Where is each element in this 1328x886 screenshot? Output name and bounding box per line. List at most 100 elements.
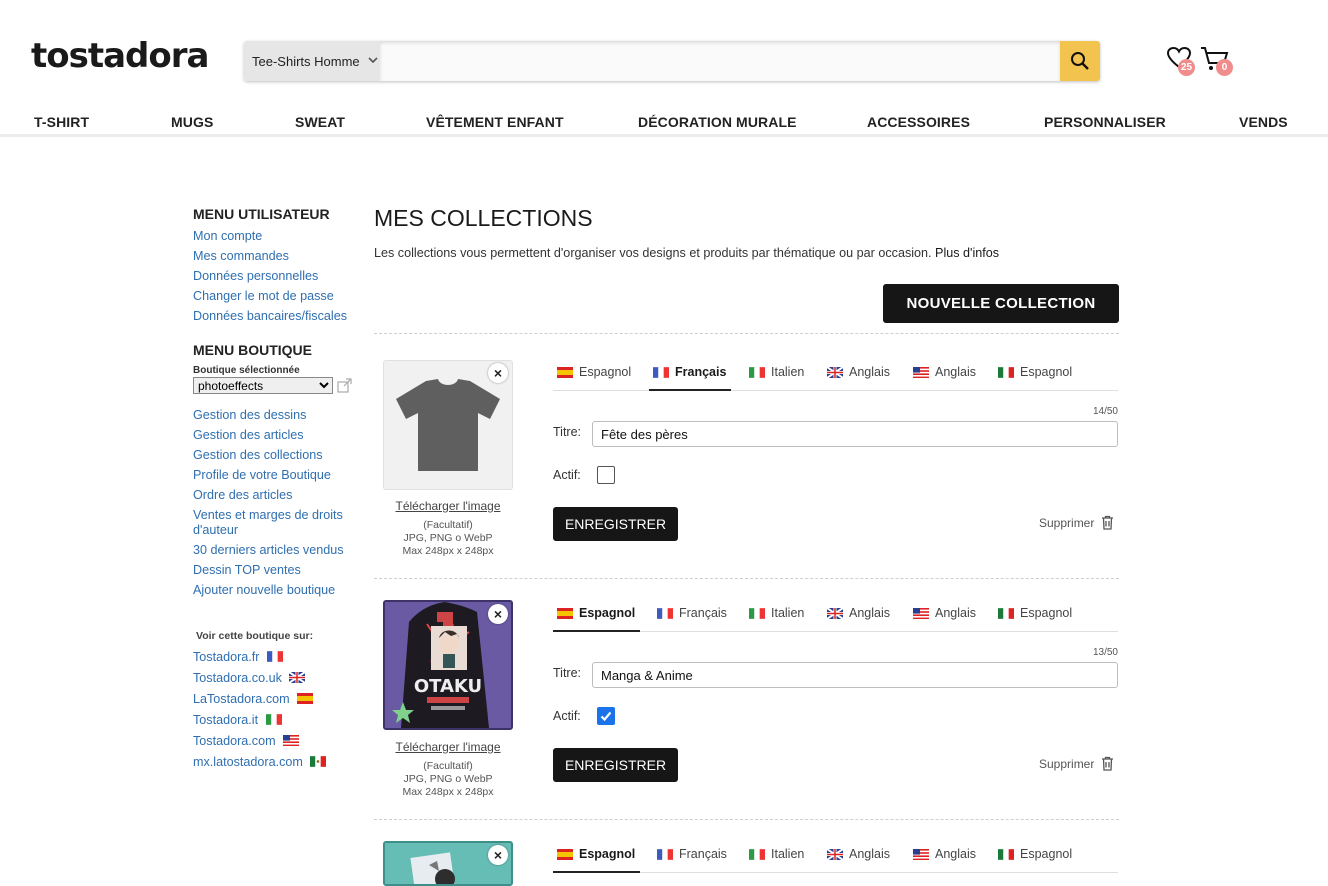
see-shop-link-es[interactable]: LaTostadora.com (193, 692, 290, 706)
sidebar-link-donnees-personnelles[interactable]: Données personnelles (193, 269, 363, 284)
tab-italien[interactable]: Italien (749, 364, 804, 389)
divider (374, 578, 1119, 579)
nav-item-decoration-murale[interactable]: DÉCORATION MURALE (638, 114, 797, 130)
tab-label: Français (679, 606, 727, 620)
flag-france-icon (653, 367, 669, 378)
save-button[interactable]: ENREGISTRER (553, 507, 678, 541)
tab-label: Français (675, 365, 727, 379)
nav-item-mugs[interactable]: MUGS (171, 114, 213, 130)
sidebar-link-gestion-articles[interactable]: Gestion des articles (193, 428, 363, 443)
see-shop-link-us[interactable]: Tostadora.com (193, 734, 276, 748)
external-link-icon[interactable] (337, 378, 352, 393)
flag-usa-icon (913, 608, 929, 619)
title-label: Titre: (553, 425, 582, 439)
see-shop-link-uk[interactable]: Tostadora.co.uk (193, 671, 282, 685)
search-category-label: Tee-Shirts Homme (252, 53, 360, 69)
nav-item-sweat[interactable]: SWEAT (295, 114, 345, 130)
tab-espagnol[interactable]: Espagnol (557, 364, 631, 389)
sidebar-link-ordre-articles[interactable]: Ordre des articles (193, 488, 363, 503)
logo[interactable]: tostadora (31, 36, 209, 76)
tab-anglais-us[interactable]: Anglais (913, 605, 976, 630)
title-char-counter: 14/50 (1092, 406, 1118, 417)
favorites-count-badge: 25 (1178, 59, 1195, 76)
tab-anglais-uk[interactable]: Anglais (827, 364, 890, 389)
tab-label: Espagnol (579, 847, 636, 861)
favorites-button[interactable]: 25 (1166, 46, 1196, 76)
tab-italien[interactable]: Italien (749, 605, 804, 630)
sidebar-link-dessin-top-ventes[interactable]: Dessin TOP ventes (193, 563, 363, 578)
tab-espagnol[interactable]: Espagnol (553, 605, 641, 632)
save-button[interactable]: ENREGISTRER (553, 748, 678, 782)
sidebar-link-mon-compte[interactable]: Mon compte (193, 229, 363, 244)
trash-icon (1102, 515, 1114, 530)
tab-espagnol-mx[interactable]: Espagnol (998, 605, 1072, 630)
remove-image-button[interactable]: × (488, 604, 508, 624)
tab-anglais-uk[interactable]: Anglais (827, 846, 890, 871)
upload-max-size: Max 248px x 248px (402, 786, 494, 798)
see-shop-link-mx[interactable]: mx.latostadora.com (193, 755, 303, 769)
search-category-select[interactable]: Tee-Shirts Homme (244, 41, 380, 81)
upload-image-link[interactable]: Télécharger l'image (395, 740, 500, 754)
nav-item-vetement-enfant[interactable]: VÊTEMENT ENFANT (426, 114, 564, 130)
active-checkbox[interactable] (597, 707, 615, 725)
nav-item-accessoires[interactable]: ACCESSOIRES (867, 114, 970, 130)
active-label: Actif: (553, 468, 581, 482)
see-shop-link-it[interactable]: Tostadora.it (193, 713, 258, 727)
sidebar-link-gestion-collections[interactable]: Gestion des collections (193, 448, 363, 463)
flag-spain-icon (557, 849, 573, 860)
tab-label: Anglais (849, 847, 890, 861)
flag-italy-icon (749, 367, 765, 378)
tab-anglais-uk[interactable]: Anglais (827, 605, 890, 630)
flag-france-icon (657, 608, 673, 619)
more-info-link[interactable]: Plus d'infos (935, 246, 999, 260)
nav-item-vends[interactable]: VENDS (1239, 114, 1288, 130)
title-input[interactable] (592, 421, 1118, 447)
new-collection-button[interactable]: NOUVELLE COLLECTION (883, 284, 1119, 323)
tab-espagnol-mx[interactable]: Espagnol (998, 846, 1072, 871)
divider (374, 333, 1119, 334)
flag-spain-icon (297, 693, 314, 705)
search-button[interactable] (1060, 41, 1100, 81)
tab-espagnol[interactable]: Espagnol (553, 846, 641, 873)
flag-spain-icon (557, 608, 573, 619)
remove-image-button[interactable]: × (488, 845, 508, 865)
flag-uk-icon (289, 672, 306, 684)
active-checkbox[interactable] (597, 466, 615, 484)
sidebar-link-ventes-marges[interactable]: Ventes et marges de droits d'auteur (193, 508, 353, 538)
tab-label: Anglais (935, 365, 976, 379)
upload-image-link[interactable]: Télécharger l'image (395, 499, 500, 513)
divider (374, 819, 1119, 820)
upload-optional: (Facultatif) (423, 760, 473, 772)
nav-item-tshirt[interactable]: T-SHIRT (34, 114, 89, 130)
remove-image-button[interactable]: × (488, 363, 508, 383)
tab-italien[interactable]: Italien (749, 846, 804, 871)
title-input[interactable] (592, 662, 1118, 688)
search-input[interactable] (380, 41, 1060, 81)
sidebar-link-profile-boutique[interactable]: Profile de votre Boutique (193, 468, 363, 483)
flag-mexico-icon (998, 608, 1014, 619)
svg-text:OTAKU: OTAKU (414, 676, 482, 697)
tab-anglais-us[interactable]: Anglais (913, 846, 976, 871)
nav-item-personnaliser[interactable]: PERSONNALISER (1044, 114, 1166, 130)
tab-espagnol-mx[interactable]: Espagnol (998, 364, 1072, 389)
sidebar-link-changer-mot-de-passe[interactable]: Changer le mot de passe (193, 289, 363, 304)
see-shop-link-fr[interactable]: Tostadora.fr (193, 650, 260, 664)
tab-francais[interactable]: Français (657, 605, 727, 630)
sidebar-link-mes-commandes[interactable]: Mes commandes (193, 249, 363, 264)
tab-anglais-us[interactable]: Anglais (913, 364, 976, 389)
tab-francais[interactable]: Français (649, 364, 732, 391)
delete-button[interactable]: Supprimer (1039, 515, 1114, 530)
delete-button[interactable]: Supprimer (1039, 756, 1114, 771)
shop-select[interactable]: photoeffects (193, 377, 333, 394)
search-bar: Tee-Shirts Homme (244, 41, 1100, 81)
sidebar-link-ajouter-boutique[interactable]: Ajouter nouvelle boutique (193, 583, 363, 598)
tab-label: Italien (771, 365, 805, 379)
upload-max-size: Max 248px x 248px (402, 545, 494, 557)
sidebar-link-derniers-articles[interactable]: 30 derniers articles vendus (193, 543, 363, 558)
tab-francais[interactable]: Français (657, 846, 727, 871)
sidebar-link-gestion-dessins[interactable]: Gestion des dessins (193, 408, 363, 423)
sidebar-link-donnees-bancaires[interactable]: Données bancaires/fiscales (193, 309, 363, 324)
cart-button[interactable]: 0 (1200, 46, 1233, 76)
upload-formats: JPG, PNG o WebP (403, 773, 493, 785)
page-title: MES COLLECTIONS (374, 205, 593, 231)
